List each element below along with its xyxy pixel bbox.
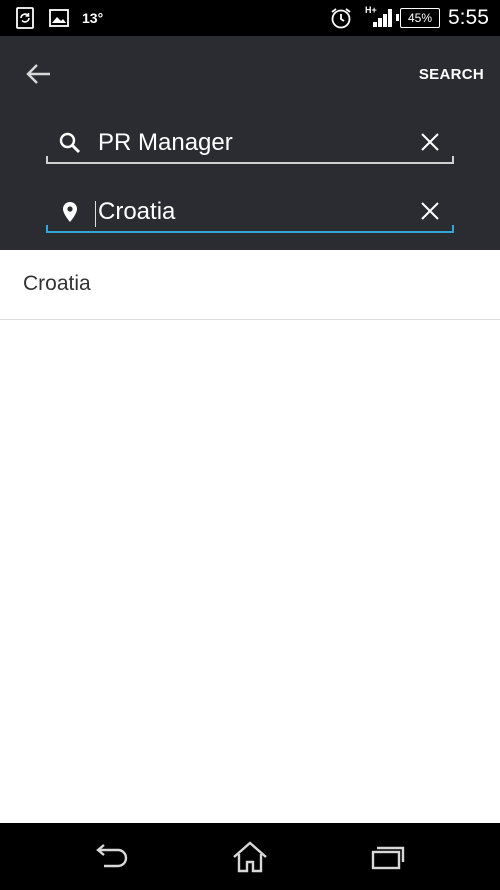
suggestion-label: Croatia <box>23 272 91 295</box>
back-button[interactable] <box>20 58 58 90</box>
clear-location-button[interactable] <box>416 197 444 225</box>
location-pin-icon <box>58 200 82 224</box>
back-icon <box>96 844 128 868</box>
location-underline <box>46 225 454 233</box>
location-input[interactable]: Croatia <box>98 197 175 227</box>
close-icon <box>421 133 439 151</box>
recent-apps-icon <box>371 846 405 870</box>
nav-back-button[interactable] <box>82 833 142 881</box>
temperature-text: 13° <box>82 10 104 26</box>
gallery-icon <box>49 0 69 36</box>
sync-icon <box>16 0 34 36</box>
keyword-input[interactable]: PR Manager <box>98 128 233 158</box>
clock-text: 5:55 <box>448 6 489 29</box>
navigation-bar <box>0 823 500 890</box>
home-icon <box>233 841 267 873</box>
clear-keyword-button[interactable] <box>416 128 444 156</box>
suggestion-item[interactable]: Croatia <box>0 250 500 320</box>
battery-percent-text: 45% <box>407 11 433 25</box>
status-bar: 13° H+ 45% 5:55 <box>0 0 500 36</box>
battery-icon: 45% <box>396 0 440 36</box>
back-arrow-icon <box>26 64 50 84</box>
alarm-icon <box>329 0 353 36</box>
search-icon <box>58 131 82 155</box>
nav-home-button[interactable] <box>220 833 280 881</box>
location-field[interactable]: Croatia <box>46 193 454 233</box>
signal-icon <box>372 0 394 36</box>
text-cursor <box>95 201 96 227</box>
search-button[interactable]: SEARCH <box>419 66 484 83</box>
nav-recent-apps-button[interactable] <box>358 833 418 881</box>
close-icon <box>421 202 439 220</box>
keyword-underline <box>46 156 454 164</box>
search-header: SEARCH PR Manager Croatia <box>0 36 500 250</box>
keyword-field[interactable]: PR Manager <box>46 124 454 164</box>
